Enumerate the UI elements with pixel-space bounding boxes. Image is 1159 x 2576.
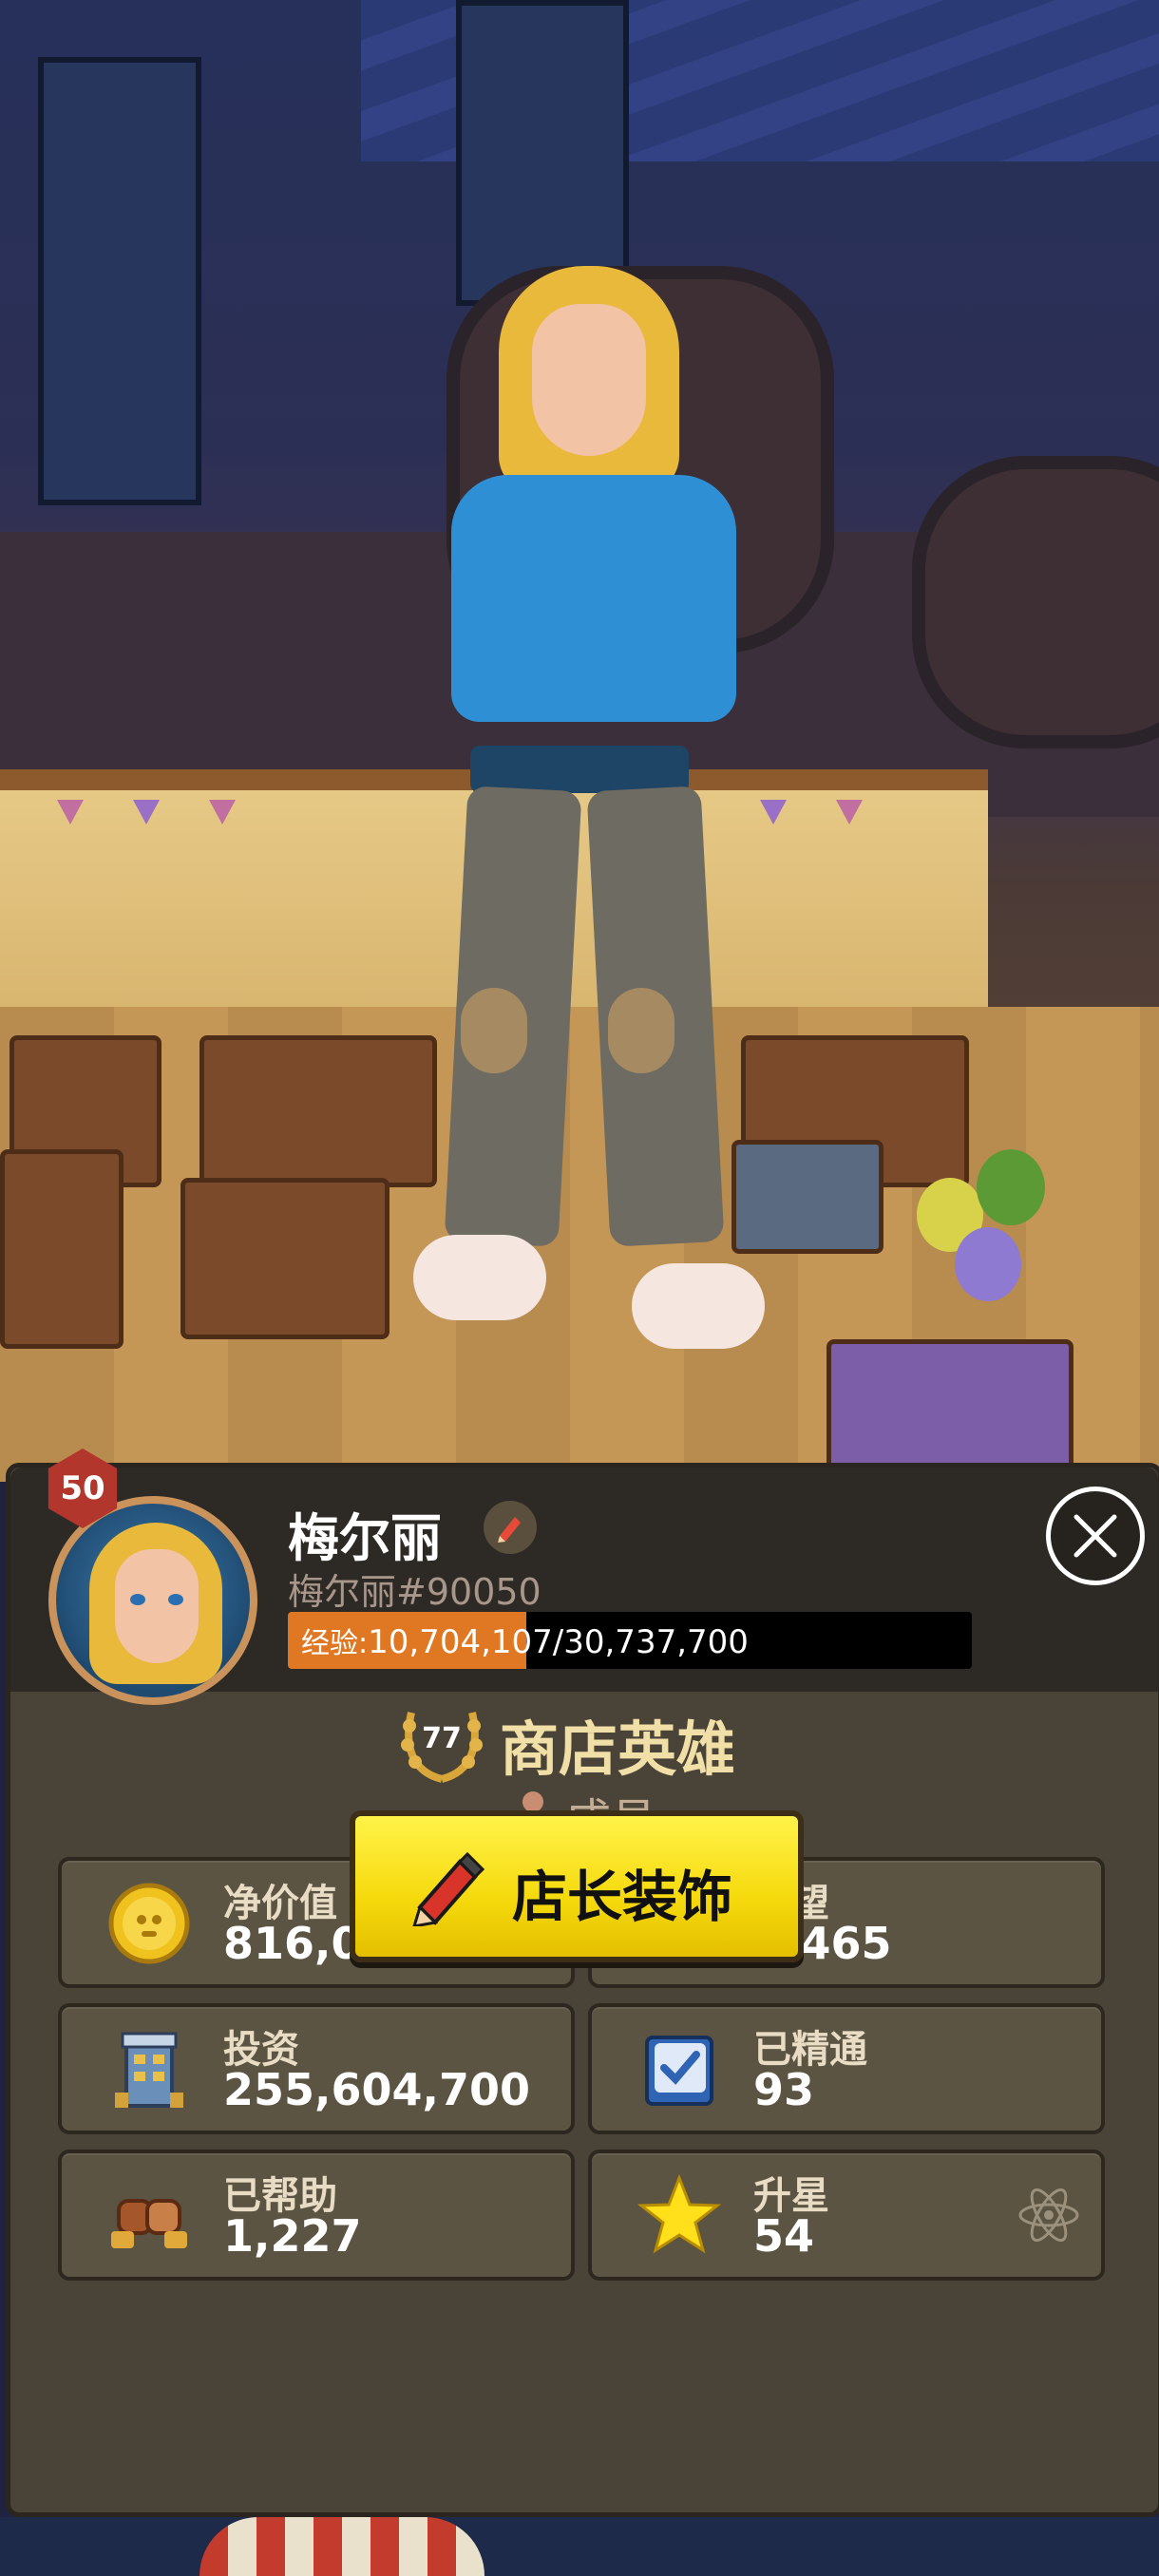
avatar-face	[115, 1549, 199, 1663]
profile-header: 50 梅尔丽 梅尔丽#90050 经验:10,704,107/30,737,70…	[10, 1449, 1158, 1705]
stat-value: 54	[753, 2210, 815, 2262]
avatar	[48, 1496, 257, 1705]
star-icon	[636, 2173, 722, 2254]
xp-label: 经验:	[301, 1627, 369, 1660]
edit-name-button[interactable]	[484, 1501, 537, 1554]
xp-text: 经验:10,704,107/30,737,700	[301, 1619, 749, 1661]
mastery-book-icon	[645, 2036, 713, 2106]
shopkeeper-decor-button[interactable]: 店长装饰	[350, 1810, 804, 1962]
display-shelf	[200, 1035, 437, 1187]
stat-value: 1,227	[223, 2210, 362, 2262]
pennant	[836, 800, 863, 824]
pencil-icon	[498, 1517, 521, 1543]
bottom-scene	[0, 2517, 1159, 2576]
character-belt	[470, 746, 689, 793]
avatar-eye	[130, 1594, 145, 1605]
pennant	[57, 800, 84, 824]
atom-icon[interactable]	[1016, 2182, 1082, 2248]
pencil-icon	[412, 1851, 484, 1926]
scaffold-tower	[38, 57, 201, 505]
xp-bar: 经验:10,704,107/30,737,700	[288, 1612, 972, 1669]
character-face	[532, 304, 646, 456]
shopkeeper-scene	[0, 0, 1159, 1482]
xp-value: 10,704,107/30,737,700	[368, 1623, 749, 1661]
tent-dome	[200, 2517, 484, 2576]
work-table	[180, 1178, 390, 1339]
knee-pad	[461, 988, 527, 1073]
rank-row: 77 商店英雄	[10, 1697, 1158, 1792]
balloon	[955, 1227, 1021, 1301]
fist-bump-icon	[111, 2199, 187, 2248]
stat-mastered[interactable]: 已精通 93	[588, 2003, 1105, 2134]
stat-star-up[interactable]: 升星 54	[588, 2150, 1105, 2281]
bunny-slipper	[413, 1235, 546, 1320]
avatar-eye	[168, 1594, 183, 1605]
character-shirt	[451, 475, 736, 722]
pipe-machine	[912, 456, 1159, 748]
wooden-crate	[0, 1149, 124, 1349]
pennant	[760, 800, 787, 824]
player-name: 梅尔丽	[288, 1508, 442, 1568]
gold-coin-icon	[108, 1883, 190, 1964]
stat-helped[interactable]: 已帮助 1,227	[58, 2150, 575, 2281]
close-button[interactable]	[1046, 1487, 1145, 1585]
stat-value: 93	[753, 2064, 815, 2115]
pennant	[209, 800, 236, 824]
knee-pad	[608, 988, 674, 1073]
rank-number: 77	[422, 1722, 462, 1755]
scaffold-tower	[456, 0, 629, 306]
stat-value: 255,604,700	[223, 2064, 531, 2115]
close-icon	[1074, 1514, 1117, 1558]
profile-panel: 50 梅尔丽 梅尔丽#90050 经验:10,704,107/30,737,70…	[6, 1449, 1159, 2517]
stained-glass-panel	[826, 1339, 1074, 1482]
rank-title: 商店英雄	[500, 1714, 736, 1784]
pennant	[133, 800, 160, 824]
building-icon	[115, 2032, 183, 2108]
balloon	[977, 1149, 1045, 1225]
bunny-slipper	[632, 1263, 765, 1349]
book-stand	[732, 1140, 884, 1254]
player-id: 梅尔丽#90050	[288, 1571, 542, 1613]
decorate-button-label: 店长装饰	[512, 1865, 733, 1929]
stat-investment[interactable]: 投资 255,604,700	[58, 2003, 575, 2134]
